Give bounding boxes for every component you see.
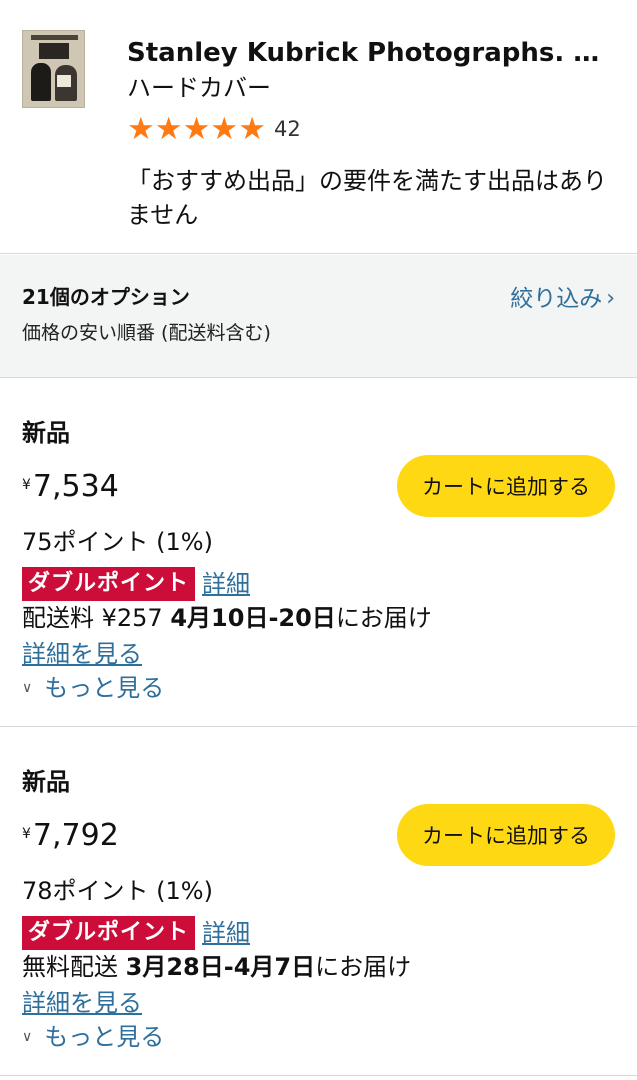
badge-details-link[interactable]: 詳細 xyxy=(202,567,250,601)
see-details-link[interactable]: 詳細を見る xyxy=(22,637,142,671)
add-to-cart-button[interactable]: カートに追加する xyxy=(397,455,615,517)
star-icon: ★ xyxy=(127,111,155,147)
badge-row: ダブルポイント 詳細 xyxy=(22,916,250,950)
currency-symbol: ¥ xyxy=(22,477,31,493)
star-icon: ★ xyxy=(182,111,211,147)
product-title[interactable]: Stanley Kubrick Photographs. … xyxy=(127,36,607,70)
cover-figure-detail xyxy=(57,75,71,87)
price-amount: 7,534 xyxy=(32,469,119,504)
star-icon: ★ xyxy=(154,111,183,147)
badge-details-link[interactable]: 詳細 xyxy=(202,916,250,950)
filter-label: 絞り込み xyxy=(510,286,603,312)
badge-row: ダブルポイント 詳細 xyxy=(22,567,250,601)
chevron-down-icon: ∨ xyxy=(22,1029,33,1045)
shipping-info: 配送料 ¥257 4月10日-20日にお届け xyxy=(22,601,432,635)
offer-price: ¥ 7,534 xyxy=(22,469,119,505)
star-icon: ★ xyxy=(210,111,239,147)
product-header: Stanley Kubrick Photographs. … ハードカバー ★ … xyxy=(0,0,637,254)
star-icon: ★ xyxy=(238,111,266,147)
offer-card: 新品 ¥ 7,792 カートに追加する 78ポイント (1%) ダブルポイント … xyxy=(0,728,637,1076)
shipping-info: 無料配送 3月28日-4月7日にお届け xyxy=(22,950,411,984)
offer-condition: 新品 xyxy=(22,419,70,447)
filter-button[interactable]: 絞り込み › xyxy=(510,283,615,315)
offer-card: 新品 ¥ 7,534 カートに追加する 75ポイント (1%) ダブルポイント … xyxy=(0,379,637,727)
offer-points: 78ポイント (1%) xyxy=(22,877,213,905)
cover-title-block xyxy=(39,43,69,59)
product-format: ハードカバー xyxy=(127,74,271,102)
see-more-label: もっと見る xyxy=(44,1023,165,1051)
cover-text-bar xyxy=(31,35,78,40)
rating-count[interactable]: 42 xyxy=(274,112,301,146)
offer-points: 75ポイント (1%) xyxy=(22,528,213,556)
offer-condition: 新品 xyxy=(22,768,70,796)
options-count: 21個のオプション xyxy=(22,285,190,309)
options-bar: 21個のオプション 価格の安い順番 (配送料含む) 絞り込み › xyxy=(0,255,637,378)
delivery-date: 4月10日-20日 xyxy=(170,604,336,632)
see-more-toggle[interactable]: ∨ もっと見る xyxy=(22,1020,164,1054)
product-thumbnail[interactable] xyxy=(22,30,85,108)
see-details-link[interactable]: 詳細を見る xyxy=(22,986,142,1020)
see-more-toggle[interactable]: ∨ もっと見る xyxy=(22,671,164,705)
shipping-fee: 配送料 ¥257 xyxy=(22,604,171,632)
double-points-badge: ダブルポイント xyxy=(22,916,196,950)
delivery-date: 3月28日-4月7日 xyxy=(125,953,316,981)
see-more-label: もっと見る xyxy=(44,674,165,702)
currency-symbol: ¥ xyxy=(22,826,31,842)
sort-label: 価格の安い順番 (配送料含む) xyxy=(22,322,271,344)
shipping-fee: 無料配送 xyxy=(22,953,126,981)
offer-price: ¥ 7,792 xyxy=(22,818,119,854)
price-amount: 7,792 xyxy=(32,818,119,853)
delivery-suffix: にお届け xyxy=(335,604,432,632)
delivery-suffix: にお届け xyxy=(315,953,412,981)
chevron-down-icon: ∨ xyxy=(22,680,33,696)
add-to-cart-button[interactable]: カートに追加する xyxy=(397,804,615,866)
cover-figure-left xyxy=(31,63,51,101)
double-points-badge: ダブルポイント xyxy=(22,567,196,601)
rating[interactable]: ★ ★ ★ ★ ★ 42 xyxy=(127,112,301,146)
chevron-right-icon: › xyxy=(606,286,615,311)
featured-offer-note: 「おすすめ出品」の要件を満たす出品はありません xyxy=(127,167,607,229)
